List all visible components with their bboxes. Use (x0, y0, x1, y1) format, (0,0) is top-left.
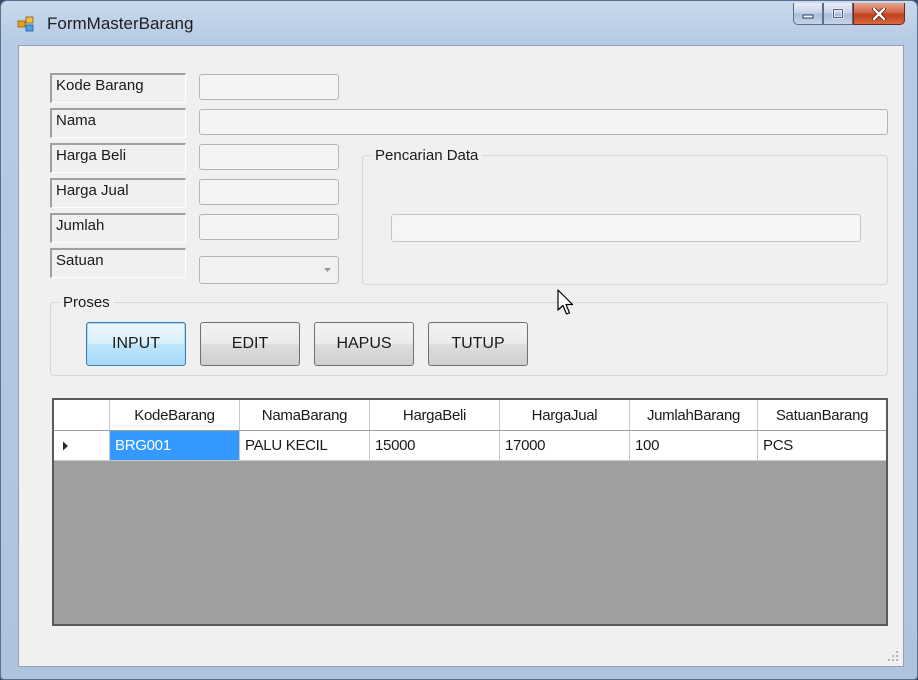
search-group-title: Pencarian Data (371, 147, 483, 164)
cell-kodebarang[interactable]: BRG001 (110, 431, 240, 460)
column-header-satuanbarang[interactable]: SatuanBarang (758, 400, 886, 430)
column-header-hargabeli[interactable]: HargaBeli (370, 400, 500, 430)
jumlah-input[interactable] (199, 214, 339, 240)
minimize-button[interactable] (793, 3, 823, 25)
maximize-button[interactable] (823, 3, 853, 25)
harga-jual-input[interactable] (199, 179, 339, 205)
data-grid[interactable]: KodeBarang NamaBarang HargaBeli HargaJua… (52, 398, 888, 626)
label-kode-barang: Kode Barang (50, 73, 186, 103)
hapus-button[interactable]: HAPUS (314, 322, 414, 366)
kode-barang-input[interactable] (199, 74, 339, 100)
column-header-jumlahbarang[interactable]: JumlahBarang (630, 400, 758, 430)
label-satuan: Satuan (50, 248, 186, 278)
label-nama: Nama (50, 108, 186, 138)
cell-hargabeli[interactable]: 15000 (370, 431, 500, 460)
app-window: FormMasterBarang Kode Barang Nama Harga … (0, 0, 918, 680)
harga-beli-input[interactable] (199, 144, 339, 170)
mouse-cursor-icon (557, 289, 574, 315)
nama-input[interactable] (199, 109, 888, 135)
table-row[interactable]: BRG001 PALU KECIL 15000 17000 100 PCS (54, 431, 886, 461)
close-icon (872, 7, 886, 20)
label-harga-jual: Harga Jual (50, 178, 186, 208)
window-title: FormMasterBarang (47, 14, 194, 33)
row-pointer-icon (63, 441, 68, 450)
title-bar[interactable]: FormMasterBarang (1, 1, 917, 45)
close-button[interactable] (853, 3, 905, 25)
column-header-hargajual[interactable]: HargaJual (500, 400, 630, 430)
minimize-icon (802, 14, 814, 18)
satuan-combobox[interactable] (199, 256, 339, 284)
chevron-down-icon (324, 268, 331, 272)
resize-grip-icon[interactable] (887, 650, 899, 662)
maximize-icon (832, 8, 844, 19)
window-controls (793, 3, 905, 27)
form-client-area: Kode Barang Nama Harga Beli Harga Jual J… (18, 45, 904, 667)
cell-satuanbarang[interactable]: PCS (758, 431, 886, 460)
cell-jumlahbarang[interactable]: 100 (630, 431, 758, 460)
label-jumlah: Jumlah (50, 213, 186, 243)
column-header-kodebarang[interactable]: KodeBarang (110, 400, 240, 430)
form-icon (17, 16, 34, 32)
cell-hargajual[interactable]: 17000 (500, 431, 630, 460)
column-header-namabarang[interactable]: NamaBarang (240, 400, 370, 430)
row-header[interactable] (54, 431, 110, 460)
search-groupbox: Pencarian Data (362, 147, 888, 285)
cell-namabarang[interactable]: PALU KECIL (240, 431, 370, 460)
proses-group-title: Proses (59, 294, 114, 311)
input-button[interactable]: INPUT (86, 322, 186, 366)
tutup-button[interactable]: TUTUP (428, 322, 528, 366)
edit-button[interactable]: EDIT (200, 322, 300, 366)
label-harga-beli: Harga Beli (50, 143, 186, 173)
grid-corner-header[interactable] (54, 400, 110, 430)
search-input[interactable] (391, 214, 861, 242)
grid-header-row: KodeBarang NamaBarang HargaBeli HargaJua… (54, 400, 886, 431)
